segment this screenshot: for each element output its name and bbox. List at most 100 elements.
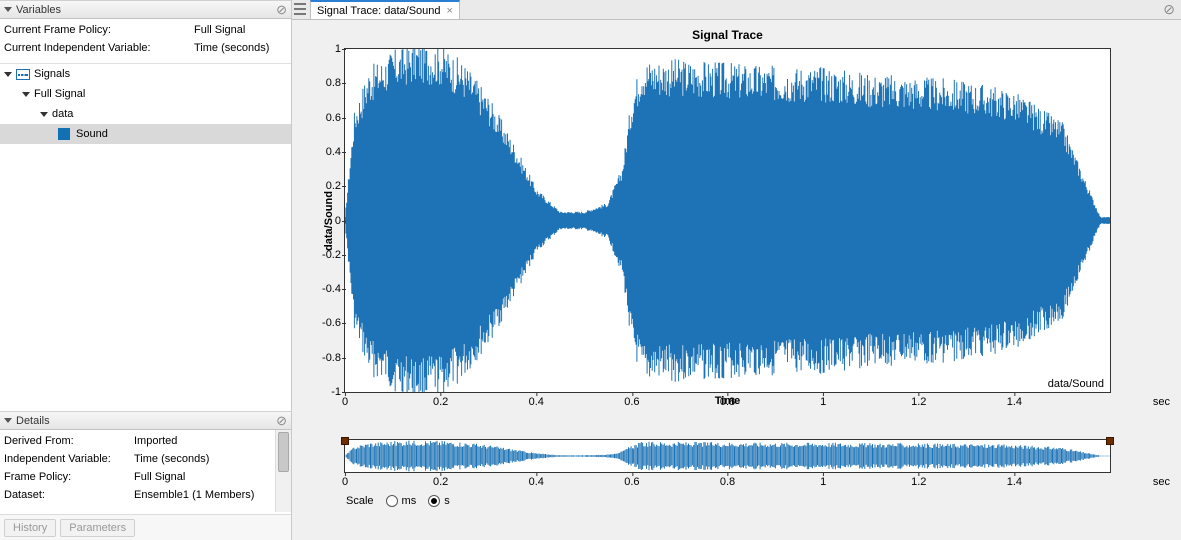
y-tick: 0.2 [311, 180, 341, 192]
y-tick: 0.8 [311, 77, 341, 89]
overview-x-tick: 0.8 [720, 476, 735, 488]
scale-row: Scale ms s [344, 495, 1111, 507]
detail-value: Time (seconds) [134, 453, 209, 465]
tree-node-signals[interactable]: Signals [0, 64, 291, 84]
variables-panel-header[interactable]: Variables ⊘ [0, 0, 291, 19]
detail-value: Imported [134, 435, 177, 447]
detail-key: Dataset: [4, 489, 134, 501]
detail-key: Independent Variable: [4, 453, 134, 465]
detail-key: Derived From: [4, 435, 134, 447]
frame-policy-row: Current Frame Policy: Full Signal [4, 21, 287, 39]
details-button-row: History Parameters [0, 514, 291, 540]
radio-icon [386, 495, 398, 507]
detail-value: Ensemble1 (1 Members) [134, 489, 254, 501]
menu-icon[interactable] [294, 3, 306, 15]
tabbar: Signal Trace: data/Sound × ⊘ [292, 0, 1181, 20]
y-tick: -1 [311, 386, 341, 398]
x-tick: 0.8 [720, 396, 735, 408]
close-icon[interactable]: ⊘ [276, 413, 287, 429]
overview-x-tick: 1.2 [911, 476, 926, 488]
y-tick: 0 [311, 215, 341, 227]
collapse-icon [4, 7, 12, 12]
indep-var-row: Current Independent Variable: Time (seco… [4, 39, 287, 57]
overview-handle-right[interactable] [1106, 437, 1114, 445]
overview-x-unit: sec [1153, 476, 1170, 488]
chevron-down-icon [40, 112, 48, 117]
tree-node-fullsignal[interactable]: Full Signal [0, 84, 291, 104]
y-tick: 0.6 [311, 112, 341, 124]
y-tick: 0.4 [311, 146, 341, 158]
overview-x-tick: 0 [342, 476, 348, 488]
series-label: data/Sound [1046, 378, 1106, 390]
radio-icon [428, 495, 440, 507]
signal-chart[interactable]: data/Sound data/Sound sec -1-0.8-0.6-0.4… [344, 48, 1111, 393]
x-tick: 0.6 [624, 396, 639, 408]
overview-x-tick: 0.6 [624, 476, 639, 488]
y-tick: -0.4 [311, 283, 341, 295]
x-tick: 0.4 [529, 396, 544, 408]
plot-area: Signal Trace data/Sound data/Sound sec -… [292, 20, 1181, 540]
signals-icon [16, 69, 30, 80]
series-color-swatch [58, 128, 70, 140]
frame-policy-value: Full Signal [194, 24, 245, 36]
tree-label: Signals [34, 68, 70, 80]
x-tick: 1 [820, 396, 826, 408]
overview-x-tick: 0.2 [433, 476, 448, 488]
y-tick: 1 [311, 43, 341, 55]
indep-var-value: Time (seconds) [194, 42, 269, 54]
overview-x-tick: 0.4 [529, 476, 544, 488]
x-axis-unit: sec [1153, 396, 1170, 408]
tree-node-sound[interactable]: Sound [0, 124, 291, 144]
tab-label: Signal Trace: data/Sound [317, 5, 441, 17]
collapse-icon [4, 418, 12, 423]
x-tick: 1.2 [911, 396, 926, 408]
parameters-button[interactable]: Parameters [60, 519, 135, 537]
x-tick: 0 [342, 396, 348, 408]
details-scrollbar[interactable] [275, 430, 291, 512]
chevron-down-icon [22, 92, 30, 97]
sidebar: Variables ⊘ Current Frame Policy: Full S… [0, 0, 292, 540]
close-tab-icon[interactable]: × [447, 5, 453, 17]
x-tick: 0.2 [433, 396, 448, 408]
detail-value: Full Signal [134, 471, 185, 483]
chevron-down-icon [4, 72, 12, 77]
scale-label: Scale [346, 495, 374, 507]
signal-tree[interactable]: Signals Full Signal data Sound [0, 63, 291, 411]
radio-s[interactable]: s [428, 495, 450, 507]
indep-var-label: Current Independent Variable: [4, 42, 194, 54]
details-panel-title: Details [16, 415, 50, 427]
y-tick: -0.2 [311, 249, 341, 261]
radio-s-label: s [444, 495, 450, 507]
overview-strip[interactable]: sec 00.20.40.60.811.21.4 [344, 439, 1111, 473]
radio-ms-label: ms [402, 495, 417, 507]
tree-node-data[interactable]: data [0, 104, 291, 124]
details-panel-header[interactable]: Details ⊘ [0, 411, 291, 430]
y-tick: -0.6 [311, 317, 341, 329]
variables-info: Current Frame Policy: Full Signal Curren… [0, 19, 291, 63]
tree-label: Full Signal [34, 88, 85, 100]
tree-label: data [52, 108, 73, 120]
detail-row: Derived From: Imported [4, 432, 287, 450]
detail-row: Independent Variable: Time (seconds) [4, 450, 287, 468]
overview-svg [345, 440, 1110, 472]
history-button[interactable]: History [4, 519, 56, 537]
tree-label: Sound [76, 128, 108, 140]
details-body: Derived From: Imported Independent Varia… [0, 430, 291, 540]
overview-x-tick: 1.4 [1007, 476, 1022, 488]
scrollbar-thumb[interactable] [278, 432, 289, 472]
plot-title: Signal Trace [344, 28, 1111, 48]
main-area: Signal Trace: data/Sound × ⊘ Signal Trac… [292, 0, 1181, 540]
chart-svg [345, 49, 1110, 392]
overview-x-tick: 1 [820, 476, 826, 488]
frame-policy-label: Current Frame Policy: [4, 24, 194, 36]
tab-signal-trace[interactable]: Signal Trace: data/Sound × [310, 0, 460, 19]
close-icon[interactable]: ⊘ [276, 2, 287, 18]
overview-handle-left[interactable] [341, 437, 349, 445]
detail-row: Frame Policy: Full Signal [4, 468, 287, 486]
radio-ms[interactable]: ms [386, 495, 417, 507]
x-tick: 1.4 [1007, 396, 1022, 408]
detail-row: Dataset: Ensemble1 (1 Members) [4, 486, 287, 504]
detail-key: Frame Policy: [4, 471, 134, 483]
close-icon[interactable]: ⊘ [1163, 1, 1175, 18]
variables-panel-title: Variables [16, 4, 61, 16]
